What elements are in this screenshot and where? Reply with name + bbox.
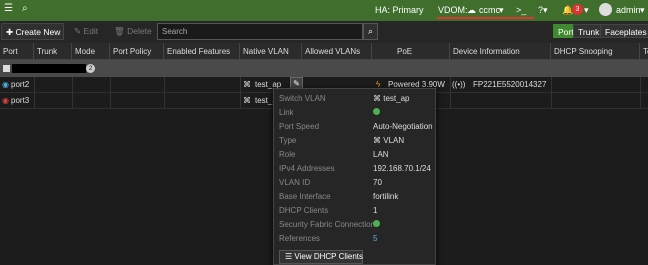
- cloud-icon: ☁: [467, 5, 476, 15]
- vlan-icon: ⌘: [373, 94, 384, 103]
- view-dhcp-clients-button[interactable]: ☰ View DHCP Clients: [279, 250, 363, 264]
- group-row[interactable]: [0, 60, 648, 77]
- popup-row-role: Role LAN: [279, 150, 389, 159]
- popup-row-link: Link: [279, 106, 434, 120]
- port-name: port3: [11, 96, 30, 105]
- popup-row-dhcp-clients: DHCP Clients 1: [279, 206, 378, 215]
- column-header[interactable]: Device Information: [450, 43, 551, 60]
- top-bar: ☰ ⌕ HA: Primary VDOM: ☁ ccmc ▾ >_ ?▾ 🔔 3…: [0, 0, 648, 21]
- popup-row-security-fabric: Security Fabric Connection: [279, 218, 434, 232]
- popup-row-port-speed: Port Speed Auto-Negotiation: [279, 122, 433, 131]
- column-divider: [450, 77, 451, 109]
- column-header[interactable]: PoE: [372, 43, 450, 60]
- column-header[interactable]: Te: [640, 43, 648, 60]
- vlan-icon: ⌘: [243, 80, 251, 89]
- vlan-details-popup: Switch VLAN ⌘ test_ap Link Port Speed Au…: [273, 88, 436, 265]
- port-name: port2: [11, 80, 30, 89]
- menu-icon[interactable]: ☰: [4, 3, 13, 14]
- port-status-icon: ◉: [2, 96, 9, 105]
- column-divider: [110, 77, 111, 109]
- list-icon: ☰: [285, 252, 295, 261]
- column-divider: [240, 77, 241, 109]
- column-header[interactable]: DHCP Snooping: [551, 43, 640, 60]
- popup-row-type: Type ⌘ VLAN: [279, 136, 405, 145]
- vdom-underline: [437, 17, 534, 19]
- trash-icon: 🗑: [114, 26, 128, 36]
- column-header[interactable]: Allowed VLANs: [302, 43, 372, 60]
- column-header[interactable]: Native VLAN: [240, 43, 302, 60]
- delete-button[interactable]: 🗑 Delete: [110, 23, 156, 40]
- column-header[interactable]: Port Policy: [110, 43, 164, 60]
- popup-row-vlan-id: VLAN ID 70: [279, 178, 382, 187]
- link-up-icon: [373, 108, 380, 115]
- column-divider: [34, 77, 35, 109]
- vlan-icon: ⌘: [243, 96, 251, 105]
- port-status-icon: ◉: [2, 80, 9, 89]
- column-divider: [640, 77, 641, 109]
- vlan-icon: ⌘: [373, 136, 384, 145]
- tab-faceplates[interactable]: Faceplates: [600, 24, 648, 38]
- popup-row-ipv4: IPv4 Addresses 192.168.70.1/24: [279, 164, 431, 173]
- notification-badge: 3: [572, 4, 583, 15]
- cli-console-icon[interactable]: >_: [516, 5, 526, 15]
- ha-status: HA: Primary: [375, 5, 424, 15]
- device-info[interactable]: FP221E5520014327: [473, 77, 546, 93]
- edit-button[interactable]: ✎ Edit: [70, 23, 102, 40]
- user-menu[interactable]: admin: [616, 5, 641, 15]
- column-header[interactable]: Enabled Features: [164, 43, 240, 60]
- column-header[interactable]: Mode: [72, 43, 110, 60]
- redacted-switch-name: [12, 64, 86, 73]
- search-input[interactable]: Search: [157, 23, 363, 40]
- column-divider: [551, 77, 552, 109]
- search-icon[interactable]: ⌕: [22, 3, 28, 14]
- chevron-down-icon[interactable]: ▾: [584, 5, 589, 16]
- avatar[interactable]: [599, 3, 612, 16]
- chevron-down-icon: ▾: [640, 5, 645, 15]
- column-divider: [164, 77, 165, 109]
- create-new-button[interactable]: ✚ Create New: [1, 23, 64, 40]
- popup-row-base-interface: Base Interface fortilink: [279, 192, 399, 201]
- column-divider: [72, 77, 73, 109]
- search-icon[interactable]: ⌕: [363, 23, 378, 40]
- chevron-down-icon: ▾: [499, 5, 504, 15]
- help-icon[interactable]: ?▾: [538, 5, 548, 16]
- popup-row-switch-vlan: Switch VLAN ⌘ test_ap: [279, 94, 410, 103]
- vdom-label: VDOM:: [438, 5, 468, 15]
- references-link[interactable]: 5: [373, 232, 377, 246]
- collapse-toggle[interactable]: [3, 65, 10, 72]
- popup-row-references: References 5: [279, 232, 434, 246]
- toolbar: ✚ Create New ✎ Edit 🗑 Delete Search ⌕ Po…: [0, 21, 648, 43]
- group-count-badge: 2: [86, 64, 95, 73]
- column-header[interactable]: Trunk: [34, 43, 72, 60]
- column-header[interactable]: Port: [0, 43, 34, 60]
- check-circle-icon: [373, 220, 380, 227]
- table-header: Port Trunk Mode Port Policy Enabled Feat…: [0, 43, 648, 60]
- access-point-icon: ((•)): [452, 80, 466, 89]
- vdom-selector[interactable]: ccmc: [479, 5, 500, 15]
